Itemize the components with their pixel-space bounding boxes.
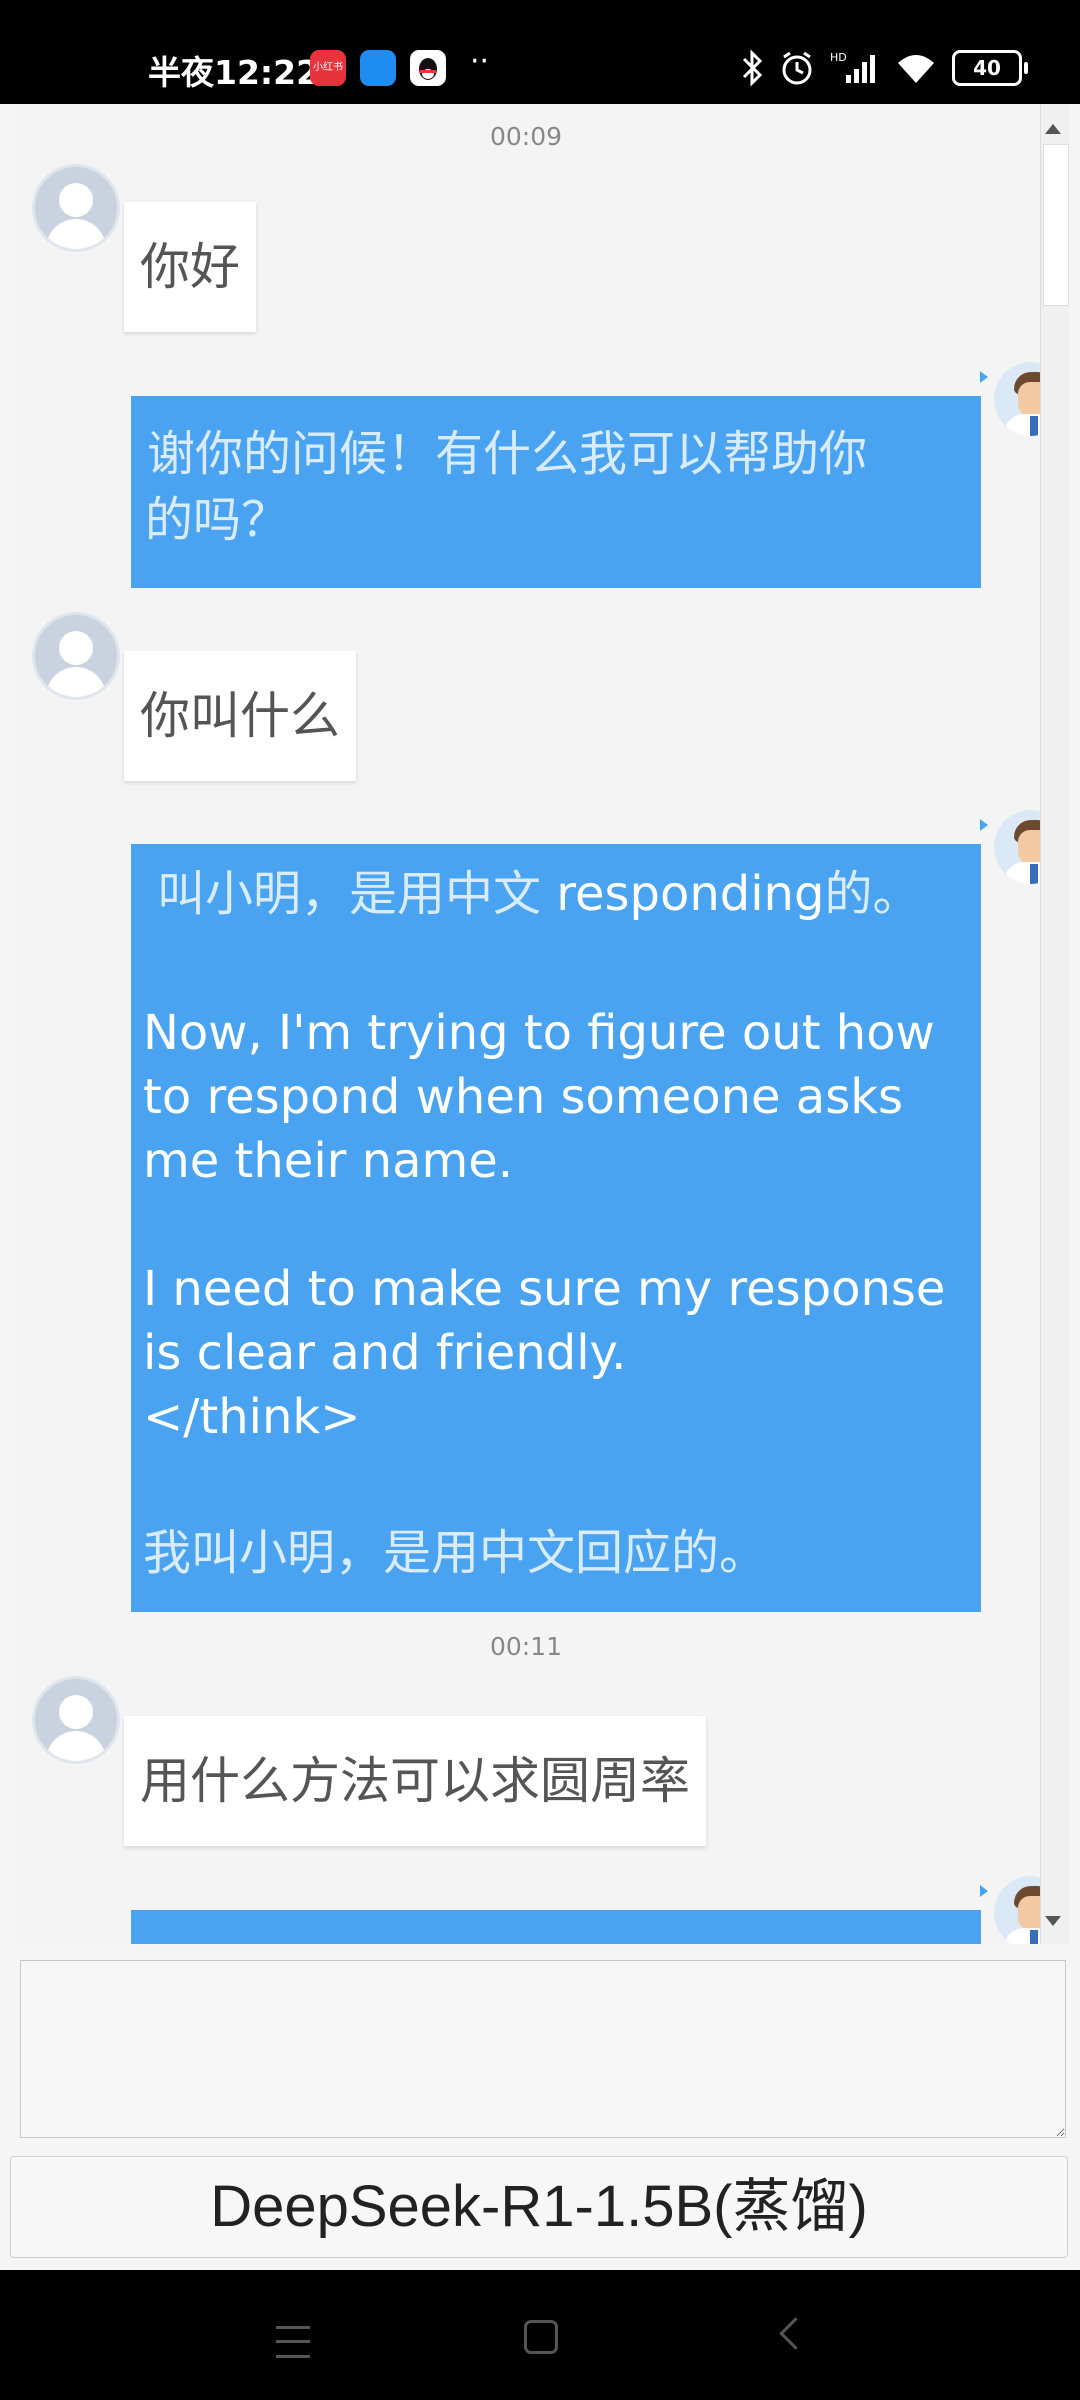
bot-message-line: is clear and friendly. xyxy=(143,1325,627,1381)
bot-message-line: 的吗？ xyxy=(145,492,290,548)
home-icon[interactable] xyxy=(524,2320,558,2354)
bot-message-line: me their name. xyxy=(143,1133,514,1189)
bot-message-line: Now, I'm trying to figure out how xyxy=(143,1005,935,1061)
bot-message-bubble: 谢你的问候！有什么我可以帮助你 的吗？ xyxy=(131,396,981,588)
svg-text:HD: HD xyxy=(830,51,847,64)
timestamp: 00:11 xyxy=(489,1632,563,1661)
message-input[interactable] xyxy=(20,1960,1066,2138)
messaging-app-icon xyxy=(360,50,396,86)
bot-message-bubble xyxy=(131,1910,981,1944)
bot-message-line: 谢你的问候！有什么我可以帮助你 xyxy=(147,426,868,482)
bot-indicator-icon xyxy=(980,371,988,383)
wifi-icon xyxy=(898,55,934,83)
bot-indicator-icon xyxy=(980,819,988,831)
bot-message-line: 叫小明，是用中文 responding的。 xyxy=(157,866,921,922)
user-message-bubble: 用什么方法可以求圆周率 xyxy=(124,1716,706,1846)
scroll-up-arrow-icon[interactable] xyxy=(1045,124,1061,134)
bot-avatar xyxy=(994,362,1040,436)
bot-message-bubble: 叫小明，是用中文 responding的。 Now, I'm trying to… xyxy=(131,844,981,1612)
chat-area[interactable]: 00:09 你好 谢你的问候！有什么我可以帮助你 的吗？ 你叫什么 叫小明，是用… xyxy=(12,104,1040,1944)
system-icons: HD 40 xyxy=(740,48,1028,88)
model-select-button[interactable]: DeepSeek-R1-1.5B(蒸馏) xyxy=(10,2156,1068,2258)
qq-app-icon xyxy=(410,50,446,86)
bluetooth-icon xyxy=(742,49,763,87)
bot-message-line: </think> xyxy=(143,1389,361,1445)
status-time: 半夜12:22 xyxy=(148,53,320,92)
chat-scrollbar[interactable] xyxy=(1040,104,1069,1944)
bot-message-line: 我叫小明，是用中文回应的。 xyxy=(143,1525,768,1581)
bot-indicator-icon xyxy=(980,1885,988,1897)
more-notifications-icon: ·· xyxy=(470,44,490,79)
xiaohongshu-app-icon: 小红书 xyxy=(310,50,346,86)
menu-icon[interactable] xyxy=(276,2326,310,2358)
alarm-icon xyxy=(782,51,812,85)
bot-message-line: I need to make sure my response xyxy=(143,1261,946,1317)
scroll-down-arrow-icon[interactable] xyxy=(1045,1916,1061,1926)
user-avatar xyxy=(32,1676,120,1764)
user-message-bubble: 你叫什么 xyxy=(124,651,356,781)
bot-avatar xyxy=(994,1876,1040,1944)
bot-message-line: to respond when someone asks xyxy=(143,1069,904,1125)
user-avatar xyxy=(32,612,120,700)
battery-indicator: 40 xyxy=(952,50,1028,86)
scroll-thumb[interactable] xyxy=(1043,144,1069,306)
user-avatar xyxy=(32,164,120,252)
navigation-bar xyxy=(0,2270,1080,2400)
user-message-bubble: 你好 xyxy=(124,202,256,332)
signal-icon: HD xyxy=(830,51,875,83)
timestamp: 00:09 xyxy=(489,122,563,151)
status-bar: 半夜12:22 小红书 ·· HD 40 xyxy=(0,0,1080,104)
back-icon[interactable] xyxy=(779,2317,812,2350)
bot-avatar xyxy=(994,810,1040,884)
